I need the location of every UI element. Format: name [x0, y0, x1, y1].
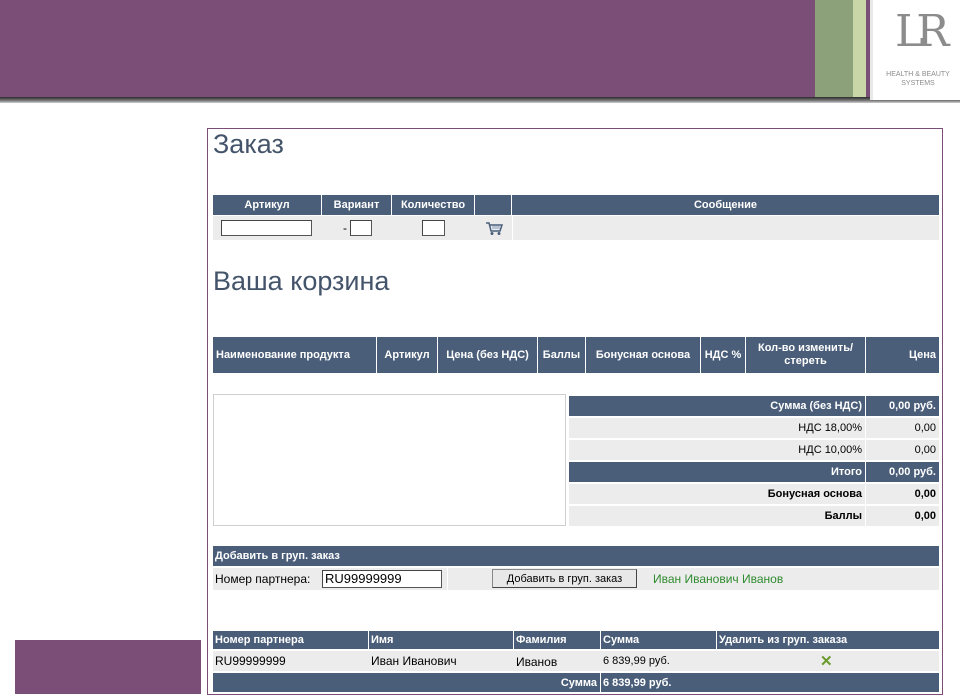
- bonus-value: 0,00: [914, 488, 936, 500]
- group-order-row: Номер партнера: RU99999999 Добавить в гр…: [213, 568, 939, 590]
- summary-vat18: НДС 18,00% 0,00: [569, 418, 939, 438]
- col-last-name: Фамилия: [514, 631, 601, 649]
- summary-points: Баллы 0,00: [569, 506, 939, 526]
- logo-text: HEALTH & BEAUTY SYSTEMS: [873, 70, 960, 88]
- logo-mark: LR: [895, 6, 949, 57]
- article-input[interactable]: [221, 220, 312, 236]
- summary-sum-no-vat: Сумма (без НДС) 0,00 руб.: [569, 396, 939, 416]
- total-value: 0,00 руб.: [888, 466, 936, 478]
- header-accent-light: [853, 0, 866, 97]
- summary-bonus: Бонусная основа 0,00: [569, 484, 939, 504]
- side-decor-block: [15, 640, 201, 694]
- summary-vat10: НДС 10,00% 0,00: [569, 440, 939, 460]
- row-last-name: Иванов: [516, 655, 558, 669]
- sum-no-vat-value: 0,00 руб.: [888, 400, 936, 412]
- col-qty-edit: Кол-во изменить/стереть: [746, 337, 866, 373]
- logo-text-line1: HEALTH & BEAUTY: [886, 71, 950, 78]
- header-divider: [0, 97, 960, 103]
- col-product-name: Наименование продукта: [213, 337, 377, 373]
- col-quantity: Количество: [392, 195, 475, 215]
- group-total-row: Сумма 6 839,99 руб.: [213, 673, 939, 692]
- order-panel: Заказ Артикул Вариант Количество Сообщен…: [207, 128, 943, 695]
- col-cart-article: Артикул: [377, 337, 438, 373]
- row-partner-no: RU99999999: [215, 654, 286, 668]
- points-label: Баллы: [569, 506, 866, 526]
- col-partner-no: Номер партнера: [213, 631, 369, 649]
- col-sum: Сумма: [601, 631, 717, 649]
- col-bonus-base: Бонусная основа: [586, 337, 701, 373]
- cart-table-header: Наименование продукта Артикул Цена (без …: [213, 337, 939, 373]
- header-accent-dark: [815, 0, 853, 97]
- partner-name: Иван Иванович Иванов: [653, 572, 784, 586]
- add-to-group-button[interactable]: Добавить в груп. заказ: [492, 569, 637, 588]
- group-total-label: Сумма: [213, 673, 601, 692]
- col-vat: НДС %: [701, 337, 746, 373]
- col-message: Сообщение: [693, 199, 758, 211]
- group-order-header: Добавить в груп. заказ: [213, 546, 939, 566]
- col-delete: Удалить из груп. заказа: [719, 634, 848, 646]
- order-table-header: Артикул Вариант Количество Сообщение: [213, 195, 939, 215]
- vat18-value: 0,00: [914, 422, 936, 434]
- delete-icon[interactable]: ✕: [820, 652, 833, 670]
- sum-no-vat-label: Сумма (без НДС): [569, 396, 866, 416]
- table-row: RU99999999 Иван Иванович Иванов 6 839,99…: [213, 651, 939, 671]
- partner-number-label: Номер партнера:: [215, 572, 311, 586]
- vat10-label: НДС 10,00%: [569, 440, 866, 460]
- cart-icon[interactable]: [485, 221, 503, 236]
- quantity-input[interactable]: [422, 220, 445, 236]
- logo-text-line2: SYSTEMS: [901, 80, 935, 87]
- points-value: 0,00: [914, 510, 936, 522]
- col-article: Артикул: [213, 195, 322, 215]
- logo: LR HEALTH & BEAUTY SYSTEMS: [870, 0, 960, 100]
- col-price: Цена: [908, 348, 936, 361]
- col-cart: [475, 195, 512, 215]
- order-input-row: -: [213, 216, 939, 240]
- row-first-name: Иван Иванович: [371, 654, 457, 668]
- order-title: Заказ: [213, 129, 284, 159]
- cart-title: Ваша корзина: [213, 266, 390, 296]
- partner-number-input[interactable]: RU99999999: [322, 570, 442, 588]
- col-price-no-vat: Цена (без НДС): [438, 337, 538, 373]
- col-points: Баллы: [538, 337, 586, 373]
- vat18-label: НДС 18,00%: [569, 418, 866, 438]
- group-table-header: Номер партнера Имя Фамилия Сумма Удалить…: [213, 631, 939, 649]
- variant-input[interactable]: [350, 220, 372, 236]
- total-label: Итого: [569, 462, 866, 482]
- col-first-name: Имя: [369, 631, 514, 649]
- variant-dash: -: [343, 221, 347, 235]
- message-cell-divider: [512, 216, 513, 240]
- group-row-divider: [447, 568, 448, 590]
- group-total-value: 6 839,99 руб.: [603, 676, 672, 689]
- summary-total: Итого 0,00 руб.: [569, 462, 939, 482]
- row-sum: 6 839,99 руб.: [603, 655, 670, 667]
- col-variant: Вариант: [322, 195, 392, 215]
- bonus-label: Бонусная основа: [569, 484, 866, 504]
- vat10-value: 0,00: [914, 444, 936, 456]
- cart-empty-area: [213, 394, 566, 526]
